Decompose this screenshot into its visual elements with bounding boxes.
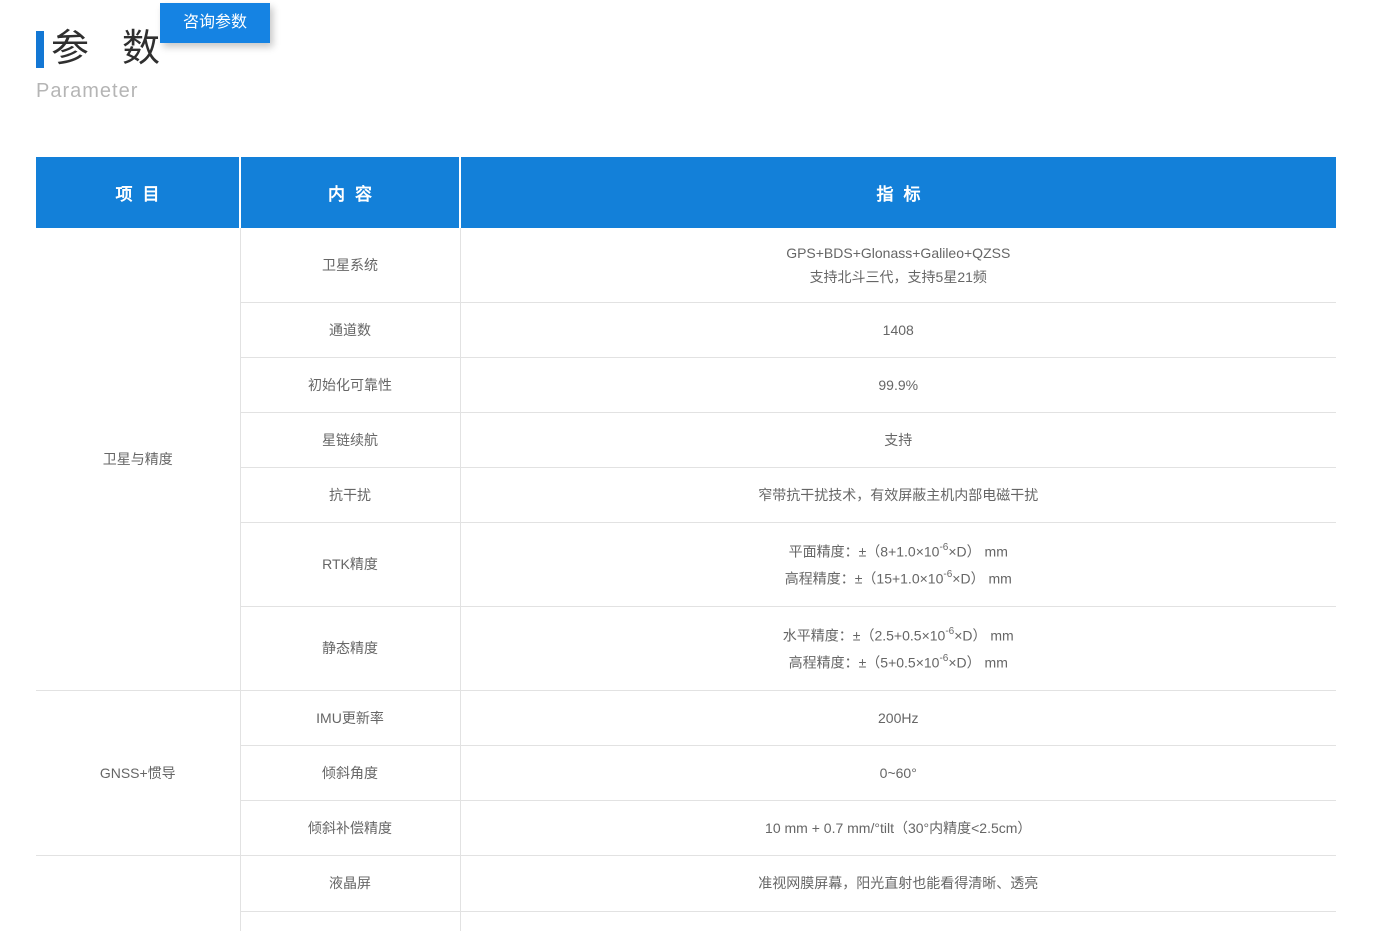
table-row: 液晶屏准视网膜屏幕，阳光直射也能看得清晰、透亮 [36,855,1336,911]
spec-line: 200Hz [461,706,1337,730]
content-cell: IMU更新率 [240,690,460,745]
spec-line: 支持 [461,428,1337,452]
item-group-cell: GNSS+惯导 [36,690,240,855]
content-cell: 倾斜补偿精度 [240,800,460,855]
spec-cell: 0~60° [460,745,1336,800]
spec-cell: 200Hz [460,690,1336,745]
item-group-cell [36,855,240,931]
spec-cell [460,911,1336,931]
parameter-page: 咨询参数 参数 Parameter 项目 内容 指标 卫星与精度卫星系统GPS+… [0,0,1374,931]
content-cell: 静态精度 [240,606,460,690]
spec-line: 水平精度：±（2.5+0.5×10-6×D） mm [461,621,1337,648]
content-cell: 初始化可靠性 [240,357,460,412]
page-subtitle: Parameter [36,80,138,103]
spec-cell: 准视网膜屏幕，阳光直射也能看得清晰、透亮 [460,855,1336,911]
spec-line: 99.9% [461,373,1337,397]
spec-line: 窄带抗干扰技术，有效屏蔽主机内部电磁干扰 [461,483,1337,507]
parameter-table: 项目 内容 指标 卫星与精度卫星系统GPS+BDS+Glonass+Galile… [36,157,1336,931]
spec-cell: 1408 [460,302,1336,357]
spec-cell: 99.9% [460,357,1336,412]
column-header-spec: 指标 [460,157,1336,228]
table-header: 项目 内容 指标 [36,157,1336,228]
content-cell [240,911,460,931]
column-header-content: 内容 [240,157,460,228]
spec-line: 1408 [461,318,1337,342]
spec-cell: 窄带抗干扰技术，有效屏蔽主机内部电磁干扰 [460,467,1336,522]
column-header-item: 项目 [36,157,240,228]
consult-parameter-button[interactable]: 咨询参数 [160,3,270,43]
spec-cell: 10 mm + 0.7 mm/°tilt（30°内精度<2.5cm） [460,800,1336,855]
spec-line: 准视网膜屏幕，阳光直射也能看得清晰、透亮 [461,871,1337,895]
spec-line: 支持北斗三代，支持5星21频 [461,265,1337,289]
spec-line: 10 mm + 0.7 mm/°tilt（30°内精度<2.5cm） [461,816,1337,840]
content-cell: 通道数 [240,302,460,357]
spec-line: 高程精度：±（15+1.0×10-6×D） mm [461,564,1337,591]
spec-line: 平面精度：±（8+1.0×10-6×D） mm [461,537,1337,564]
spec-cell: GPS+BDS+Glonass+Galileo+QZSS支持北斗三代，支持5星2… [460,228,1336,302]
spec-cell: 平面精度：±（8+1.0×10-6×D） mm高程精度：±（15+1.0×10-… [460,522,1336,606]
spec-table-body: 卫星与精度卫星系统GPS+BDS+Glonass+Galileo+QZSS支持北… [36,228,1336,931]
table-row: GNSS+惯导IMU更新率200Hz [36,690,1336,745]
table-header-row: 项目 内容 指标 [36,157,1336,228]
spec-cell: 支持 [460,412,1336,467]
spec-cell: 水平精度：±（2.5+0.5×10-6×D） mm高程精度：±（5+0.5×10… [460,606,1336,690]
content-cell: 液晶屏 [240,855,460,911]
title-accent-bar [36,31,44,68]
spec-line: 高程精度：±（5+0.5×10-6×D） mm [461,648,1337,675]
content-cell: RTK精度 [240,522,460,606]
content-cell: 抗干扰 [240,467,460,522]
item-group-cell: 卫星与精度 [36,228,240,690]
content-cell: 星链续航 [240,412,460,467]
spec-line: 0~60° [461,761,1337,785]
content-cell: 倾斜角度 [240,745,460,800]
table-row: 卫星与精度卫星系统GPS+BDS+Glonass+Galileo+QZSS支持北… [36,228,1336,302]
content-cell: 卫星系统 [240,228,460,302]
spec-line: GPS+BDS+Glonass+Galileo+QZSS [461,241,1337,265]
